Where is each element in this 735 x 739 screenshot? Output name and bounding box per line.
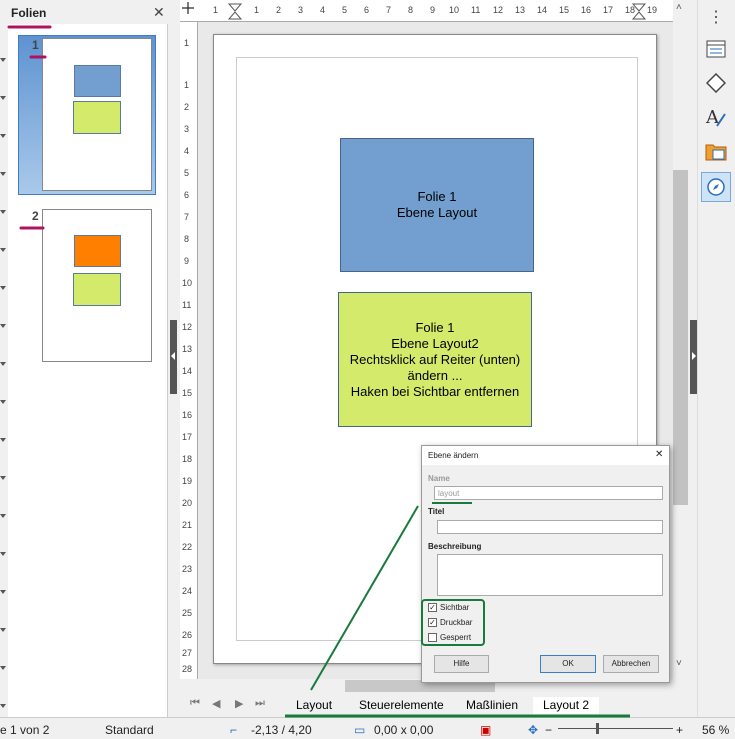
annotation-connector [310,505,419,691]
annotation-overlay [7,25,630,718]
annotation-box-checkboxes [421,599,485,646]
